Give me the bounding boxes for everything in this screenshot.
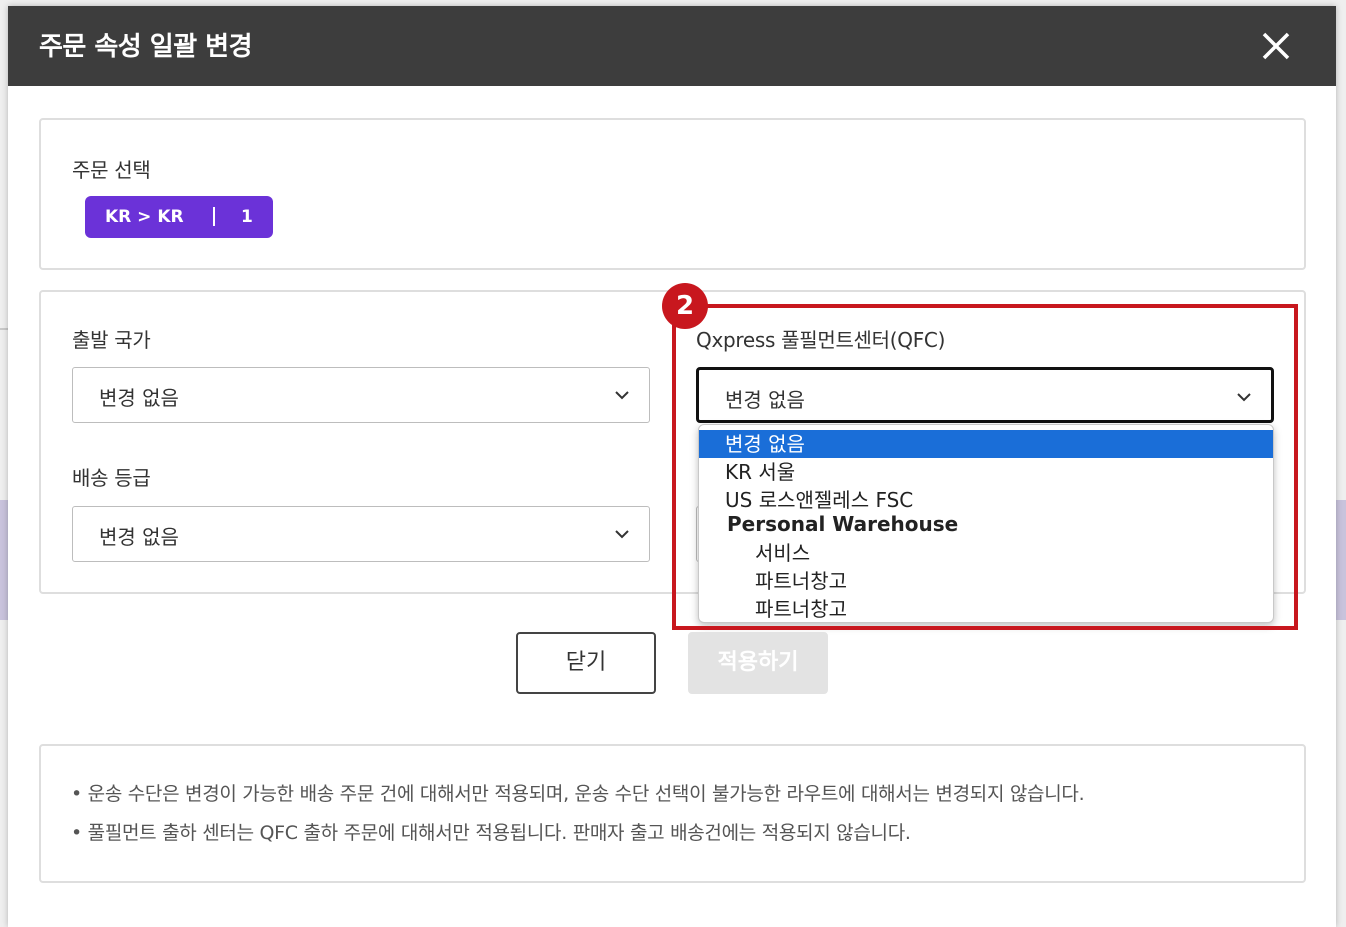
note-line: • 풀필먼트 출하 센터는 QFC 출하 주문에 대해서만 적용됩니다. 판매자… xyxy=(71,822,911,844)
chevron-down-icon xyxy=(615,530,629,539)
annotation-highlight-box xyxy=(672,304,1298,630)
departure-country-value: 변경 없음 xyxy=(99,386,179,410)
dialog-header: 주문 속성 일괄 변경 xyxy=(8,6,1336,86)
chip-count: 1 xyxy=(241,207,253,227)
chip-separator xyxy=(213,207,215,226)
background-row xyxy=(1336,500,1346,620)
background-row xyxy=(0,500,8,620)
departure-country-select[interactable]: 변경 없음 xyxy=(72,367,650,423)
close-icon xyxy=(1262,32,1290,60)
shipping-grade-select[interactable]: 변경 없음 xyxy=(72,506,650,562)
notes-card: • 운송 수단은 변경이 가능한 배송 주문 건에 대해서만 적용되며, 운송 … xyxy=(39,744,1306,883)
order-select-card: 주문 선택 KR > KR 1 xyxy=(39,118,1306,270)
shipping-grade-label: 배송 등급 xyxy=(72,466,151,490)
shipping-grade-value: 변경 없음 xyxy=(99,525,179,549)
departure-country-label: 출발 국가 xyxy=(72,328,151,352)
close-dialog-button[interactable]: 닫기 xyxy=(516,632,656,694)
dialog-title: 주문 속성 일괄 변경 xyxy=(39,32,253,62)
background-divider xyxy=(0,328,8,330)
order-select-label: 주문 선택 xyxy=(72,158,151,182)
note-line: • 운송 수단은 변경이 가능한 배송 주문 건에 대해서만 적용되며, 운송 … xyxy=(71,783,1085,805)
close-button[interactable] xyxy=(1256,26,1296,66)
apply-button[interactable]: 적용하기 xyxy=(688,632,828,694)
route-chip[interactable]: KR > KR 1 xyxy=(85,196,273,238)
step-number-badge: 2 xyxy=(662,283,708,329)
chevron-down-icon xyxy=(615,391,629,400)
chip-route: KR > KR xyxy=(105,207,184,227)
